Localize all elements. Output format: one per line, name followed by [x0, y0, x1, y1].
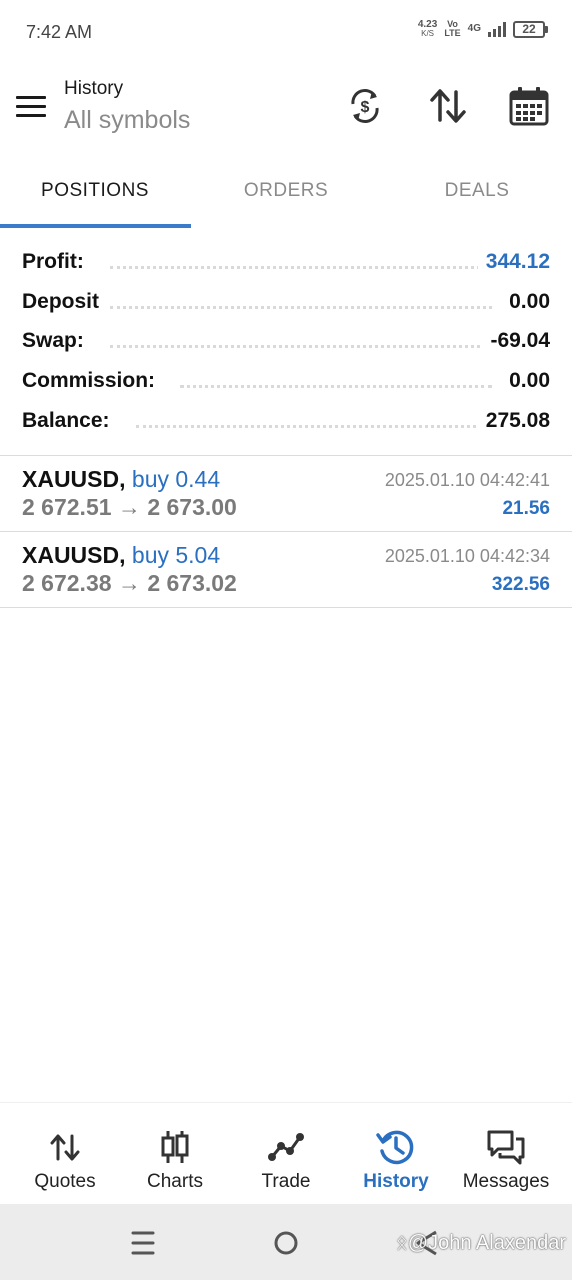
open-price: 2 672.51 — [22, 494, 112, 520]
list-item[interactable]: XAUUSD, buy 5.04 2025.01.10 04:42:34 2 6… — [0, 532, 572, 608]
summary-label: Commission: — [22, 369, 162, 394]
nav-label: Quotes — [34, 1171, 96, 1192]
close-price: 2 673.02 — [147, 570, 237, 596]
active-tab-indicator — [0, 224, 191, 228]
summary-label: Swap: — [22, 329, 90, 354]
symbol-filter[interactable]: All symbols — [64, 106, 190, 135]
recent-apps-icon[interactable] — [126, 1226, 160, 1260]
summary-row-profit: Profit: 344.12 — [0, 242, 572, 282]
candlestick-icon — [161, 1131, 189, 1163]
summary-label: Balance: — [22, 408, 116, 433]
summary-label: Deposit — [22, 289, 106, 314]
network-type: 4G — [467, 23, 481, 34]
summary-label: Profit: — [22, 250, 90, 274]
history-summary: Profit: 344.12 Deposit 0.00 Swap: -69.04… — [0, 242, 572, 440]
sort-icon[interactable] — [428, 86, 468, 126]
position-symbol: XAUUSD, — [22, 466, 126, 492]
signal-icon — [488, 21, 506, 37]
volte-indicator: Vo LTE — [444, 20, 460, 38]
tab-positions[interactable]: POSITIONS — [0, 168, 190, 230]
volte-bottom: LTE — [444, 28, 461, 38]
chat-bubbles-icon — [487, 1130, 525, 1165]
status-time: 7:42 AM — [26, 22, 93, 42]
summary-row-balance: Balance: 275.08 — [0, 401, 572, 441]
summary-value: 344.12 — [477, 250, 550, 274]
status-bar: 7:42 AM 4.23 K/S Vo LTE 4G 22 — [0, 0, 572, 64]
list-item[interactable]: XAUUSD, buy 0.44 2025.01.10 04:42:41 2 6… — [0, 456, 572, 532]
position-time: 2025.01.10 04:42:34 — [384, 546, 550, 566]
nav-history[interactable]: History — [339, 1103, 453, 1205]
position-type: buy 0.44 — [131, 466, 221, 492]
top-toolbar: History All symbols $ — [0, 70, 572, 150]
history-clock-icon — [376, 1130, 414, 1165]
nav-quotes[interactable]: Quotes — [8, 1103, 122, 1205]
close-price: 2 673.00 — [147, 494, 237, 520]
open-price: 2 672.38 — [22, 570, 112, 596]
nav-trade[interactable]: Trade — [229, 1103, 343, 1205]
trade-line-icon — [268, 1133, 304, 1161]
summary-row-commission: Commission: 0.00 — [0, 361, 572, 401]
nav-label: Charts — [147, 1171, 203, 1192]
network-speed: 4.23 K/S — [417, 19, 438, 39]
position-time: 2025.01.10 04:42:41 — [384, 470, 550, 490]
quotes-arrows-icon — [50, 1134, 80, 1161]
page-title: History — [64, 78, 124, 99]
nav-label: Trade — [261, 1171, 311, 1192]
nav-messages[interactable]: Messages — [449, 1103, 563, 1205]
home-icon[interactable] — [269, 1226, 303, 1260]
nav-charts[interactable]: Charts — [118, 1103, 232, 1205]
tab-deals[interactable]: DEALS — [382, 168, 572, 230]
summary-value: 0.00 — [501, 289, 550, 314]
status-indicators: 4.23 K/S Vo LTE 4G 22 — [418, 20, 548, 38]
position-profit: 322.56 — [491, 574, 550, 595]
sync-currency-icon[interactable]: $ — [345, 86, 385, 126]
battery-level: 22 — [513, 20, 545, 38]
network-speed-value: 4.23 — [417, 19, 438, 30]
battery-icon: 22 — [513, 20, 548, 38]
network-speed-unit: K/S — [421, 29, 435, 38]
bottom-navigation: Quotes Charts Trade History Messages — [0, 1102, 572, 1204]
divider — [0, 607, 572, 608]
position-type: buy 5.04 — [131, 542, 221, 568]
calendar-icon[interactable] — [509, 86, 549, 126]
position-profit: 21.56 — [502, 498, 550, 519]
position-prices: 2 672.38 → 2 673.02 — [22, 570, 237, 597]
summary-value: -69.04 — [482, 329, 550, 354]
watermark: ᛟ@John Alaxendar — [395, 1232, 566, 1254]
summary-row-deposit: Deposit 0.00 — [0, 282, 572, 322]
tab-bar: POSITIONS ORDERS DEALS — [0, 168, 572, 230]
position-symbol: XAUUSD, — [22, 542, 126, 568]
svg-text:$: $ — [361, 99, 370, 116]
position-prices: 2 672.51 → 2 673.00 — [22, 494, 237, 521]
menu-icon[interactable] — [16, 96, 48, 120]
summary-row-swap: Swap: -69.04 — [0, 321, 572, 361]
nav-label: Messages — [462, 1171, 550, 1192]
summary-value: 0.00 — [501, 369, 550, 394]
nav-label: History — [363, 1171, 429, 1192]
toolbar-titles: History All symbols — [64, 78, 190, 135]
system-navigation-bar: ᛟ@John Alaxendar — [0, 1204, 572, 1280]
summary-value: 275.08 — [477, 408, 550, 433]
tab-orders[interactable]: ORDERS — [191, 168, 381, 230]
price-arrow: → — [117, 570, 141, 596]
price-arrow: → — [117, 494, 141, 520]
